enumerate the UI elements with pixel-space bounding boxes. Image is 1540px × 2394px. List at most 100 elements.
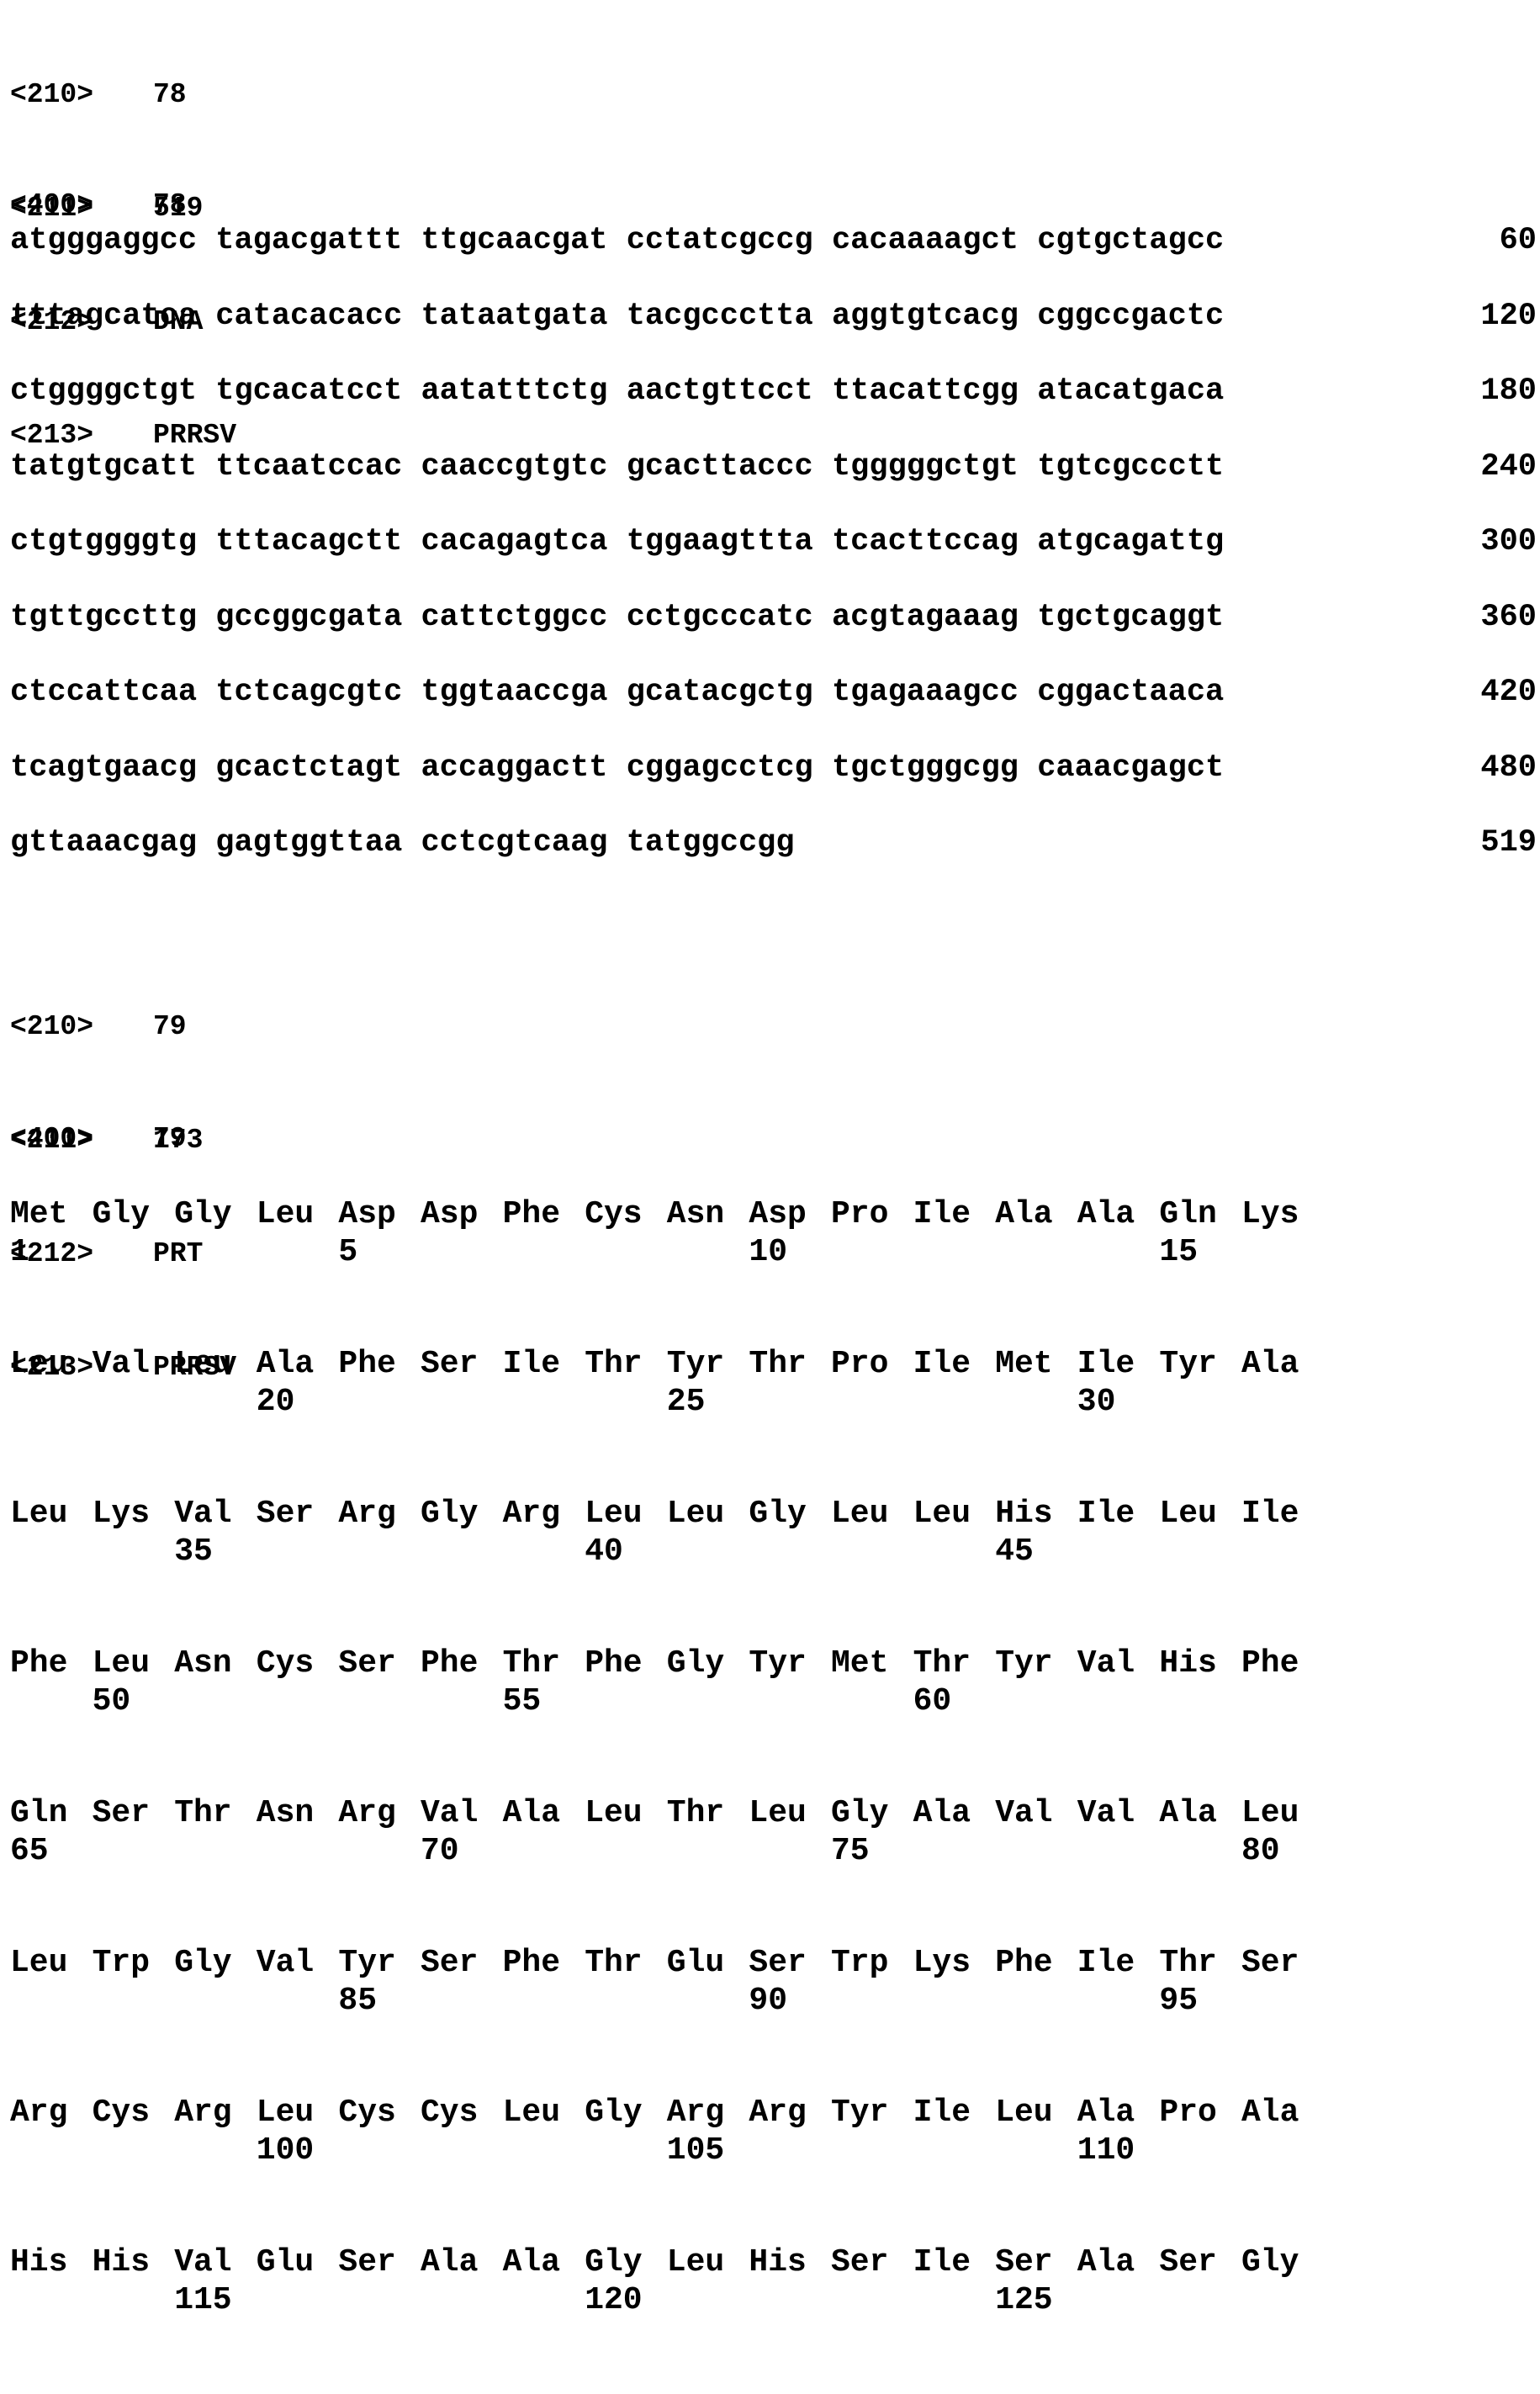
dna-row-sequence: tgttgccttg gccggcgata cattctggcc cctgccc… <box>10 600 1224 635</box>
amino-acid-residue: Ala <box>503 2244 560 2281</box>
seq79-header-line: <210>79 <box>10 1008 236 1046</box>
amino-acid-residue: Leu <box>93 1645 150 1682</box>
amino-acid-residue: Ala <box>1241 2095 1299 2132</box>
amino-acid-residue: Trp <box>93 1945 150 1982</box>
amino-acid-residue: His <box>749 2244 806 2281</box>
amino-acid-residue: Gly <box>421 1496 478 1533</box>
amino-acid-residue: Leu <box>257 1196 314 1233</box>
amino-acid-residue: Asn <box>174 1645 231 1682</box>
amino-acid-residue: Tyr <box>749 1645 806 1682</box>
amino-acid-residue: Cys <box>421 2095 478 2132</box>
dna-row-position: 480 <box>1480 749 1537 787</box>
amino-acid-residue: Lys <box>93 1496 150 1533</box>
amino-acid-residue: Tyr <box>995 1645 1052 1682</box>
dna-row-position: 180 <box>1480 373 1537 410</box>
amino-acid-residue: Ile <box>503 1346 560 1383</box>
residue-position-number: 85 <box>338 1983 377 2020</box>
amino-acid-residue: Tyr <box>338 1945 395 1982</box>
amino-acid-residue: Thr <box>585 1945 642 1982</box>
dna-row-sequence: atgggaggcc tagacgattt ttgcaacgat cctatcg… <box>10 223 1224 258</box>
amino-acid-residue: Thr <box>503 1645 560 1682</box>
protein-residue-group: LeuTrpGlyValTyrSerPheThrGluSerTrpLysPheI… <box>10 1945 1356 2095</box>
amino-acid-residue: Phe <box>995 1945 1052 1982</box>
amino-acid-residue: Phe <box>585 1645 642 1682</box>
amino-acid-residue: Leu <box>503 2095 560 2132</box>
amino-acid-residue: Phe <box>338 1346 395 1383</box>
amino-acid-residue: Thr <box>749 1346 806 1383</box>
amino-acid-residue: Phe <box>10 1645 67 1682</box>
amino-acid-residue: Val <box>174 2244 231 2281</box>
amino-acid-residue: Phe <box>503 1945 560 1982</box>
dna-row-sequence: tcagtgaacg gcactctagt accaggactt cggagcc… <box>10 750 1224 786</box>
amino-acid-residue: Ala <box>913 1795 971 1832</box>
residue-position-number: 35 <box>174 1533 213 1570</box>
residue-position-number: 30 <box>1077 1384 1116 1421</box>
amino-acid-residue: Leu <box>667 2244 724 2281</box>
amino-acid-residue: Ser <box>995 2244 1052 2281</box>
amino-acid-residue: Leu <box>585 1496 642 1533</box>
field-tag: <210> <box>10 1008 153 1046</box>
amino-acid-residue: Val <box>1077 1795 1135 1832</box>
dna-row: tgttgccttg gccggcgata cattctggcc cctgccc… <box>10 599 1537 675</box>
residue-position-number: 25 <box>667 1384 706 1421</box>
dna-sequence: atgggaggcc tagacgattt ttgcaacgat cctatcg… <box>10 222 1537 900</box>
protein-residue-group: GlnSerThrAsnArgValAlaLeuThrLeuGlyAlaValV… <box>10 1795 1356 1945</box>
dna-row: ctgtggggtg tttacagctt cacagagtca tggaagt… <box>10 523 1537 599</box>
seq78-sequence-tag: <400>78 <box>10 186 187 224</box>
amino-acid-residue: Glu <box>257 2244 314 2281</box>
residue-position-number: 75 <box>831 1833 870 1870</box>
amino-acid-residue: Val <box>257 1945 314 1982</box>
amino-acid-residue: Gly <box>667 1645 724 1682</box>
residue-position-number: 115 <box>174 2282 231 2319</box>
protein-residue-group: HisHisValGluSerAlaAlaGlyLeuHisSerIleSerA… <box>10 2244 1356 2394</box>
dna-row-sequence: gttaaacgag gagtggttaa cctcgtcaag tatggcc… <box>10 825 795 861</box>
amino-acid-residue: Ser <box>1159 2244 1216 2281</box>
residue-position-number: 50 <box>93 1683 131 1720</box>
amino-acid-residue: Met <box>10 1196 67 1233</box>
dna-row: atgggaggcc tagacgattt ttgcaacgat cctatcg… <box>10 222 1537 298</box>
amino-acid-residue: Leu <box>174 1346 231 1383</box>
dna-row-sequence: tttagcatca catacacacc tataatgata tacgccc… <box>10 299 1224 334</box>
amino-acid-residue: Gly <box>93 1196 150 1233</box>
amino-acid-residue: Trp <box>831 1945 888 1982</box>
amino-acid-residue: Cys <box>93 2095 150 2132</box>
dna-row-position: 120 <box>1480 298 1537 336</box>
residue-position-number: 125 <box>995 2282 1052 2319</box>
amino-acid-residue: Ser <box>421 1945 478 1982</box>
amino-acid-residue: Asn <box>257 1795 314 1832</box>
amino-acid-residue: Phe <box>1241 1645 1299 1682</box>
amino-acid-residue: Leu <box>10 1496 67 1533</box>
amino-acid-residue: Leu <box>831 1496 888 1533</box>
amino-acid-residue: Leu <box>667 1496 724 1533</box>
amino-acid-residue: Tyr <box>831 2095 888 2132</box>
residue-position-number: 100 <box>257 2132 314 2169</box>
protein-residue-group: PheLeuAsnCysSerPheThrPheGlyTyrMetThrTyrV… <box>10 1645 1356 1795</box>
amino-acid-residue: Leu <box>1159 1496 1216 1533</box>
amino-acid-residue: Gln <box>1159 1196 1216 1233</box>
amino-acid-residue: Ala <box>1241 1346 1299 1383</box>
amino-acid-residue: Ile <box>913 2095 971 2132</box>
residue-position-number: 65 <box>10 1833 49 1870</box>
residue-position-number: 55 <box>503 1683 542 1720</box>
protein-residue-group: LeuLysValSerArgGlyArgLeuLeuGlyLeuLeuHisI… <box>10 1496 1356 1645</box>
residue-position-number: 40 <box>585 1533 623 1570</box>
amino-acid-residue: Arg <box>749 2095 806 2132</box>
amino-acid-residue: Val <box>421 1795 478 1832</box>
amino-acid-residue: Ala <box>1077 1196 1135 1233</box>
residue-position-number: 20 <box>257 1384 295 1421</box>
amino-acid-residue: Ser <box>338 1645 395 1682</box>
amino-acid-residue: Ala <box>1077 2095 1135 2132</box>
amino-acid-residue: Pro <box>831 1196 888 1233</box>
amino-acid-residue: Gly <box>585 2095 642 2132</box>
field-value: 78 <box>153 79 187 110</box>
amino-acid-residue: Ala <box>421 2244 478 2281</box>
dna-row: tttagcatca catacacacc tataatgata tacgccc… <box>10 298 1537 373</box>
protein-residue-group: LeuValLeuAlaPheSerIleThrTyrThrProIleMetI… <box>10 1346 1356 1496</box>
amino-acid-residue: Ala <box>1159 1795 1216 1832</box>
field-value: 79 <box>153 1123 187 1154</box>
dna-row: tatgtgcatt ttcaatccac caaccgtgtc gcactta… <box>10 448 1537 524</box>
dna-row-sequence: ctgtggggtg tttacagctt cacagagtca tggaagt… <box>10 524 1224 559</box>
amino-acid-residue: His <box>995 1496 1052 1533</box>
residue-position-number: 45 <box>995 1533 1034 1570</box>
amino-acid-residue: Ala <box>1077 2244 1135 2281</box>
